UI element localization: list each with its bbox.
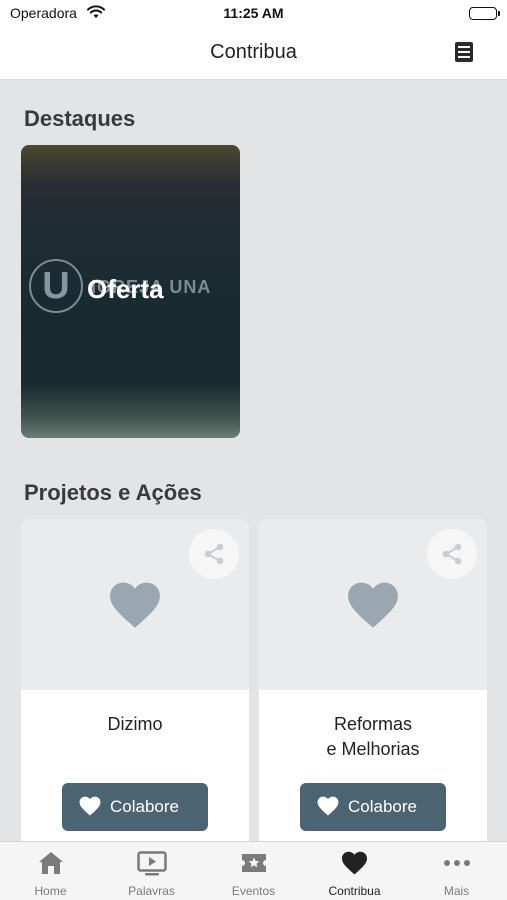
project-title: Dizimo <box>21 712 249 737</box>
highlight-card-label: Oferta <box>87 274 164 304</box>
collaborate-button-label: Colabore <box>110 797 179 816</box>
tab-bar: Home Palavras Eventos Contribua Mais <box>0 841 507 900</box>
tab-home[interactable]: Home <box>0 842 101 900</box>
project-card-reformas[interactable]: Reformas e Melhorias Colabore <box>259 519 487 849</box>
heart-placeholder-icon <box>110 582 160 628</box>
tab-eventos[interactable]: Eventos <box>203 842 304 900</box>
projects-section-title: Projetos e Ações <box>24 480 202 505</box>
heart-icon <box>317 796 339 816</box>
tab-mais[interactable]: Mais <box>406 842 507 900</box>
highlights-section-title: Destaques <box>24 106 136 131</box>
home-icon <box>38 852 63 874</box>
project-image-placeholder <box>259 519 487 690</box>
play-icon <box>136 851 167 876</box>
page-title: Contribua <box>210 41 297 63</box>
status-time: 11:25 AM <box>223 5 284 21</box>
collaborate-button[interactable]: Colabore <box>300 783 446 831</box>
list-icon[interactable] <box>455 42 473 62</box>
tab-palavras-label: Palavras <box>128 884 175 898</box>
tab-contribua-label: Contribua <box>328 884 381 898</box>
tab-home-label: Home <box>34 884 67 898</box>
battery-icon <box>469 7 500 20</box>
church-logo-letter: U <box>42 265 70 307</box>
heart-placeholder-icon <box>348 582 398 628</box>
project-card-dizimo[interactable]: Dizimo Colabore <box>21 519 249 849</box>
tab-contribua[interactable]: Contribua <box>304 842 405 900</box>
status-bar: Operadora 11:25 AM <box>0 0 507 28</box>
project-title-line1: Reformas <box>333 714 413 734</box>
project-image-placeholder <box>21 519 249 690</box>
share-icon <box>442 543 462 565</box>
project-title: Reformas e Melhorias <box>259 712 487 762</box>
project-title-line1: Dizimo <box>107 714 163 734</box>
collaborate-button[interactable]: Colabore <box>62 783 208 831</box>
tab-palavras[interactable]: Palavras <box>101 842 202 900</box>
tab-mais-label: Mais <box>443 884 470 898</box>
share-button[interactable] <box>189 529 239 579</box>
navigation-bar: Contribua <box>0 28 507 80</box>
heart-icon <box>341 851 368 875</box>
highlight-card-oferta[interactable]: U IGREJA UNA Oferta <box>21 145 240 438</box>
share-button[interactable] <box>427 529 477 579</box>
heart-icon <box>79 796 101 816</box>
collaborate-button-label: Colabore <box>348 797 417 816</box>
project-title-line2: e Melhorias <box>326 739 420 759</box>
share-icon <box>204 543 224 565</box>
ticket-icon <box>241 854 266 872</box>
more-icon <box>443 860 470 866</box>
tab-eventos-label: Eventos <box>231 884 276 898</box>
